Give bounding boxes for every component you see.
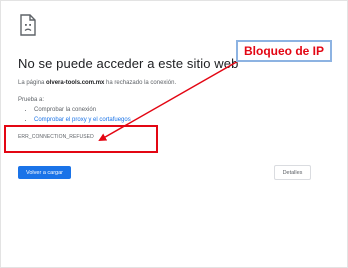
ip-block-annotation-label: Bloqueo de IP [236, 40, 332, 62]
blocked-domain: olvera-tools.com.mx [46, 80, 105, 86]
description-suffix: ha rechazado la conexión. [104, 80, 177, 86]
reload-button[interactable]: Volver a cargar [18, 166, 71, 179]
try-label: Prueba a: [18, 97, 45, 103]
error-description: La página olvera-tools.com.mx ha rechaza… [18, 80, 176, 86]
suggestion-check-connection: Comprobar la conexión [34, 106, 131, 116]
page-title: No se puede acceder a este sitio web [18, 56, 239, 71]
suggestion-list: Comprobar la conexión Comprobar el proxy… [22, 106, 131, 125]
annotation-highlight-box [4, 125, 158, 153]
sad-document-icon [18, 14, 38, 36]
description-prefix: La página [18, 80, 47, 86]
suggestion-check-proxy[interactable]: Comprobar el proxy y el cortafuegos [34, 116, 131, 126]
details-button[interactable]: Detalles [274, 165, 311, 180]
check-proxy-link[interactable]: Comprobar el proxy y el cortafuegos [34, 117, 131, 123]
